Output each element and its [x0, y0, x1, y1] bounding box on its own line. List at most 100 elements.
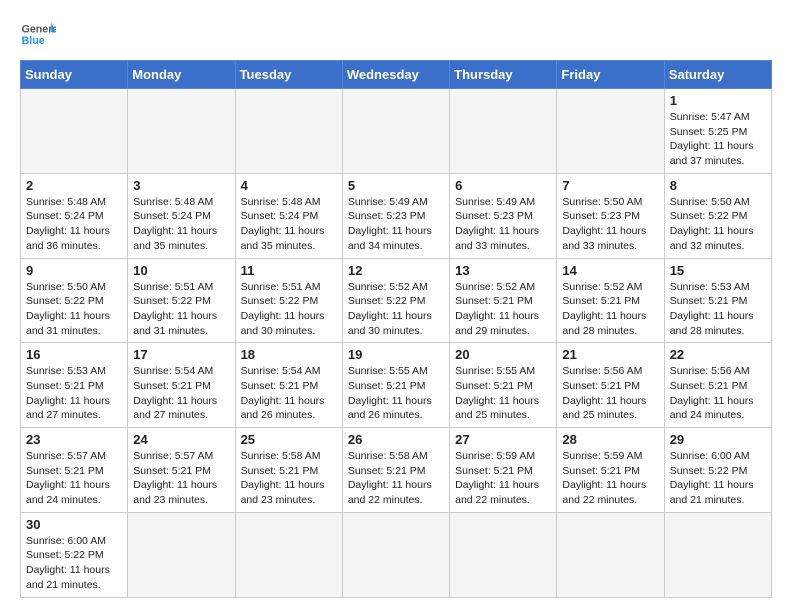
cell-info: Sunrise: 5:49 AMSunset: 5:23 PMDaylight:…: [348, 195, 444, 254]
weekday-header-thursday: Thursday: [450, 61, 557, 89]
day-number: 16: [26, 347, 122, 362]
calendar-cell: [342, 512, 449, 597]
calendar-cell: 19Sunrise: 5:55 AMSunset: 5:21 PMDayligh…: [342, 343, 449, 428]
day-number: 30: [26, 517, 122, 532]
cell-info: Sunrise: 6:00 AMSunset: 5:22 PMDaylight:…: [26, 534, 122, 593]
weekday-header-monday: Monday: [128, 61, 235, 89]
calendar-cell: [235, 512, 342, 597]
calendar-cell: 20 Sunrise: 5:55 AMSunset: 5:21 PMDayligh…: [450, 343, 557, 428]
calendar-week-row: 2 Sunrise: 5:48 AMSunset: 5:24 PMDaylight…: [21, 173, 772, 258]
day-number: 11: [241, 263, 337, 278]
cell-info: Sunrise: 5:51 AMSunset: 5:22 PMDaylight:…: [241, 280, 337, 339]
day-number: 15: [670, 263, 766, 278]
calendar-cell: 3 Sunrise: 5:48 AMSunset: 5:24 PMDaylight…: [128, 173, 235, 258]
calendar-cell: 7Sunrise: 5:50 AMSunset: 5:23 PMDaylight…: [557, 173, 664, 258]
cell-info: Sunrise: 5:48 AMSunset: 5:24 PMDaylight:…: [133, 195, 229, 254]
cell-info: Sunrise: 5:54 AMSunset: 5:21 PMDaylight:…: [241, 364, 337, 423]
calendar-cell: 28 Sunrise: 5:59 AMSunset: 5:21 PMDayligh…: [557, 428, 664, 513]
calendar-cell: 11 Sunrise: 5:51 AMSunset: 5:22 PMDayligh…: [235, 258, 342, 343]
calendar-cell: [450, 89, 557, 174]
calendar-cell: 22Sunrise: 5:56 AMSunset: 5:21 PMDayligh…: [664, 343, 771, 428]
day-number: 8: [670, 178, 766, 193]
calendar-cell: 12 Sunrise: 5:52 AMSunset: 5:22 PMDayligh…: [342, 258, 449, 343]
calendar-cell: 15 Sunrise: 5:53 AMSunset: 5:21 PMDayligh…: [664, 258, 771, 343]
calendar-week-row: 30 Sunrise: 6:00 AMSunset: 5:22 PMDayligh…: [21, 512, 772, 597]
weekday-header-tuesday: Tuesday: [235, 61, 342, 89]
calendar-cell: [450, 512, 557, 597]
calendar-cell: 21Sunrise: 5:56 AMSunset: 5:21 PMDayligh…: [557, 343, 664, 428]
cell-info: Sunrise: 5:54 AMSunset: 5:21 PMDaylight:…: [133, 364, 229, 423]
cell-info: Sunrise: 5:59 AMSunset: 5:21 PMDaylight:…: [455, 449, 551, 508]
day-number: 14: [562, 263, 658, 278]
day-number: 18: [241, 347, 337, 362]
calendar-week-row: 16 Sunrise: 5:53 AMSunset: 5:21 PMDayligh…: [21, 343, 772, 428]
calendar-cell: 13 Sunrise: 5:52 AMSunset: 5:21 PMDayligh…: [450, 258, 557, 343]
calendar-cell: [128, 512, 235, 597]
cell-info: Sunrise: 5:53 AMSunset: 5:21 PMDaylight:…: [670, 280, 766, 339]
day-number: 27: [455, 432, 551, 447]
calendar-cell: 29Sunrise: 6:00 AMSunset: 5:22 PMDayligh…: [664, 428, 771, 513]
calendar-cell: 25Sunrise: 5:58 AMSunset: 5:21 PMDayligh…: [235, 428, 342, 513]
cell-info: Sunrise: 5:58 AMSunset: 5:21 PMDaylight:…: [241, 449, 337, 508]
calendar-cell: [21, 89, 128, 174]
cell-info: Sunrise: 5:52 AMSunset: 5:22 PMDaylight:…: [348, 280, 444, 339]
day-number: 20: [455, 347, 551, 362]
weekday-header-wednesday: Wednesday: [342, 61, 449, 89]
calendar-cell: [557, 512, 664, 597]
cell-info: Sunrise: 5:59 AMSunset: 5:21 PMDaylight:…: [562, 449, 658, 508]
calendar-cell: 4 Sunrise: 5:48 AMSunset: 5:24 PMDaylight…: [235, 173, 342, 258]
cell-info: Sunrise: 5:53 AMSunset: 5:21 PMDaylight:…: [26, 364, 122, 423]
day-number: 21: [562, 347, 658, 362]
cell-info: Sunrise: 5:51 AMSunset: 5:22 PMDaylight:…: [133, 280, 229, 339]
calendar-cell: [557, 89, 664, 174]
svg-text:Blue: Blue: [22, 35, 45, 47]
day-number: 1: [670, 93, 766, 108]
day-number: 23: [26, 432, 122, 447]
cell-info: Sunrise: 5:49 AMSunset: 5:23 PMDaylight:…: [455, 195, 551, 254]
calendar-cell: 18 Sunrise: 5:54 AMSunset: 5:21 PMDayligh…: [235, 343, 342, 428]
weekday-header-friday: Friday: [557, 61, 664, 89]
weekday-header-sunday: Sunday: [21, 61, 128, 89]
calendar-cell: 2Sunrise: 5:48 AMSunset: 5:24 PMDaylight…: [21, 173, 128, 258]
calendar-cell: [664, 512, 771, 597]
calendar-cell: 24 Sunrise: 5:57 AMSunset: 5:21 PMDayligh…: [128, 428, 235, 513]
cell-info: Sunrise: 5:52 AMSunset: 5:21 PMDaylight:…: [562, 280, 658, 339]
day-number: 26: [348, 432, 444, 447]
calendar-week-row: 9 Sunrise: 5:50 AMSunset: 5:22 PMDaylight…: [21, 258, 772, 343]
day-number: 4: [241, 178, 337, 193]
calendar-table: SundayMondayTuesdayWednesdayThursdayFrid…: [20, 60, 772, 598]
day-number: 6: [455, 178, 551, 193]
calendar-cell: 9 Sunrise: 5:50 AMSunset: 5:22 PMDaylight…: [21, 258, 128, 343]
cell-info: Sunrise: 5:58 AMSunset: 5:21 PMDaylight:…: [348, 449, 444, 508]
calendar-cell: 17Sunrise: 5:54 AMSunset: 5:21 PMDayligh…: [128, 343, 235, 428]
day-number: 3: [133, 178, 229, 193]
day-number: 13: [455, 263, 551, 278]
calendar-week-row: 1Sunrise: 5:47 AMSunset: 5:25 PMDaylight…: [21, 89, 772, 174]
calendar-cell: 5Sunrise: 5:49 AMSunset: 5:23 PMDaylight…: [342, 173, 449, 258]
calendar-cell: [128, 89, 235, 174]
cell-info: Sunrise: 5:56 AMSunset: 5:21 PMDaylight:…: [670, 364, 766, 423]
day-number: 12: [348, 263, 444, 278]
cell-info: Sunrise: 5:52 AMSunset: 5:21 PMDaylight:…: [455, 280, 551, 339]
calendar-cell: [342, 89, 449, 174]
calendar-cell: 16 Sunrise: 5:53 AMSunset: 5:21 PMDayligh…: [21, 343, 128, 428]
weekday-header-row: SundayMondayTuesdayWednesdayThursdayFrid…: [21, 61, 772, 89]
cell-info: Sunrise: 5:57 AMSunset: 5:21 PMDaylight:…: [133, 449, 229, 508]
day-number: 10: [133, 263, 229, 278]
cell-info: Sunrise: 5:50 AMSunset: 5:22 PMDaylight:…: [26, 280, 122, 339]
calendar-cell: [235, 89, 342, 174]
page: General Blue SundayMondayTuesdayWednesda…: [0, 0, 792, 608]
svg-text:General: General: [22, 23, 56, 35]
day-number: 9: [26, 263, 122, 278]
generalblue-logo-icon: General Blue: [20, 16, 56, 52]
day-number: 2: [26, 178, 122, 193]
calendar-week-row: 23 Sunrise: 5:57 AMSunset: 5:21 PMDayligh…: [21, 428, 772, 513]
calendar-cell: 30 Sunrise: 6:00 AMSunset: 5:22 PMDayligh…: [21, 512, 128, 597]
day-number: 19: [348, 347, 444, 362]
cell-info: Sunrise: 5:55 AMSunset: 5:21 PMDaylight:…: [455, 364, 551, 423]
logo: General Blue: [20, 16, 56, 52]
day-number: 28: [562, 432, 658, 447]
cell-info: Sunrise: 5:48 AMSunset: 5:24 PMDaylight:…: [241, 195, 337, 254]
day-number: 24: [133, 432, 229, 447]
day-number: 7: [562, 178, 658, 193]
